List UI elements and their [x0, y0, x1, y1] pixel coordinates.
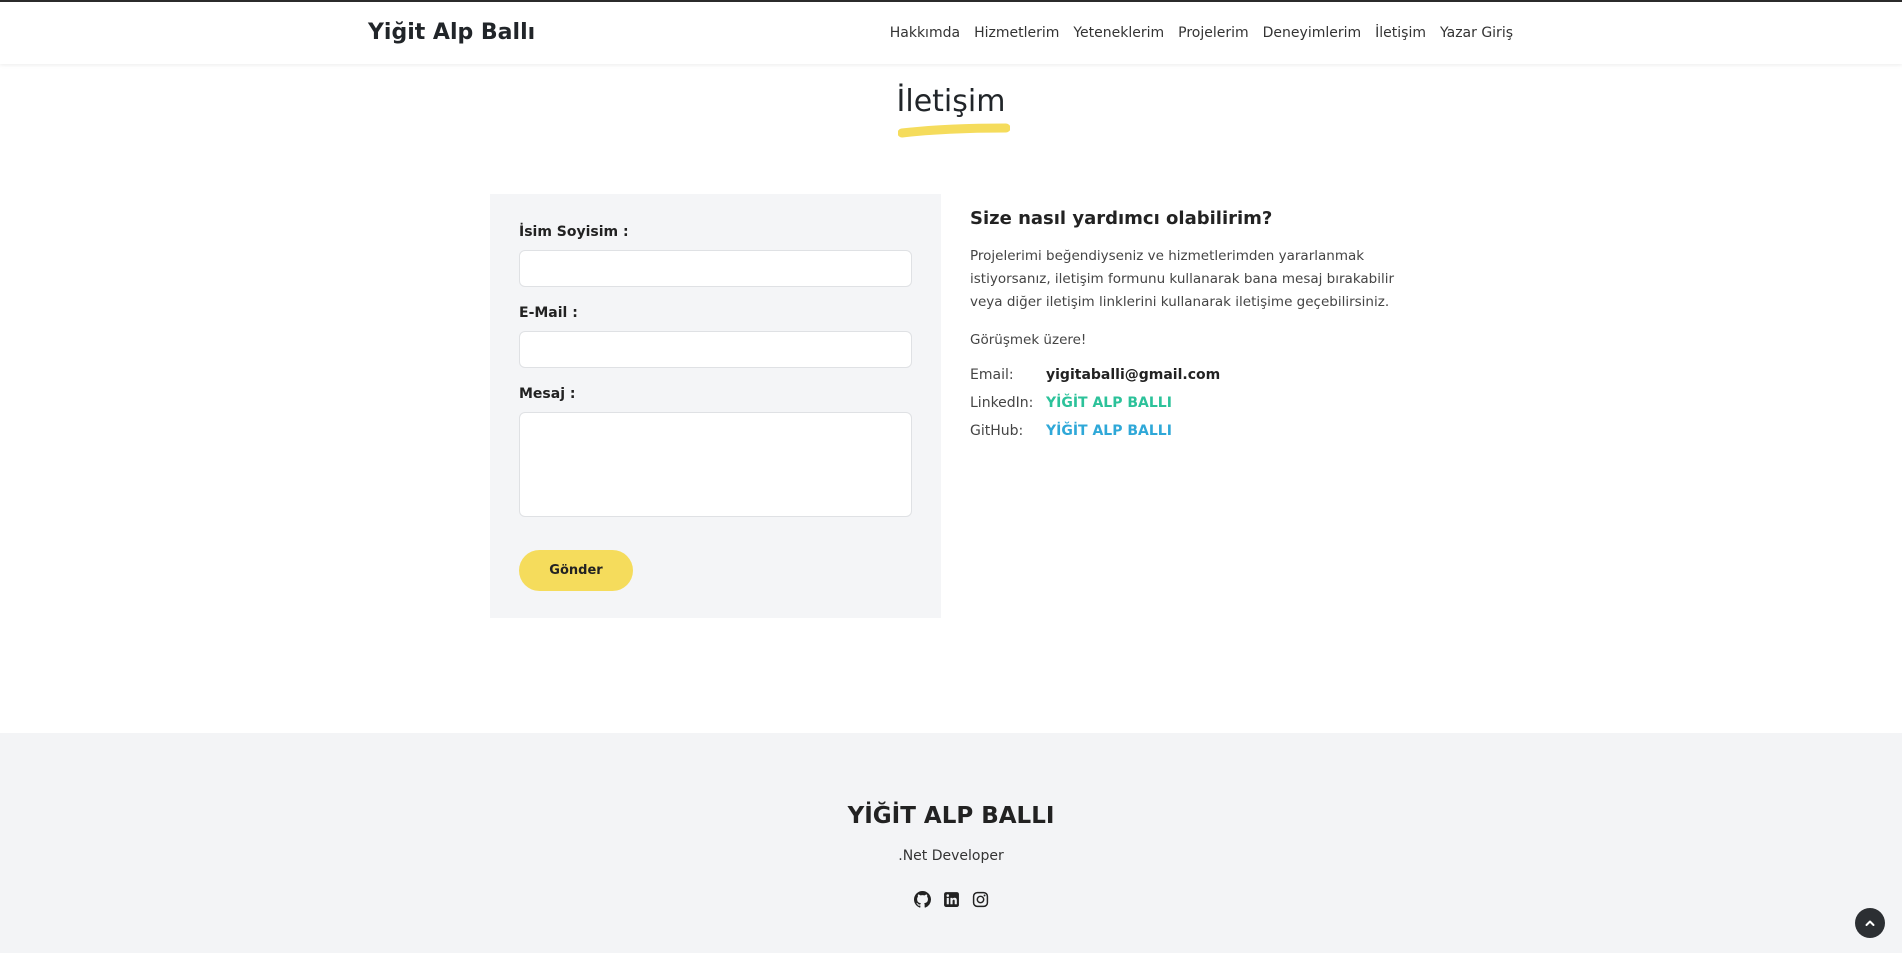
github-link[interactable]: YİĞİT ALP BALLI — [1046, 423, 1172, 439]
nav-deneyimlerim[interactable]: Deneyimlerim — [1263, 25, 1361, 41]
info-closing: Görüşmek üzere! — [970, 332, 1087, 348]
github-icon[interactable] — [913, 891, 931, 908]
message-label: Mesaj : — [519, 386, 576, 402]
title-underline-decoration — [898, 123, 1010, 138]
brand-logo[interactable]: Yiğit Alp Ballı — [368, 20, 535, 45]
contact-key-github: GitHub: — [970, 423, 1024, 439]
main-nav: Hakkımda Hizmetlerim Yeteneklerim Projel… — [890, 25, 1513, 41]
name-input[interactable] — [519, 250, 912, 287]
contact-row-github: GitHub: YİĞİT ALP BALLI — [970, 423, 1410, 439]
nav-projelerim[interactable]: Projelerim — [1178, 25, 1249, 41]
contact-row-email: Email: yigitaballi@gmail.com — [970, 367, 1410, 383]
info-heading: Size nasıl yardımcı olabilirim? — [970, 208, 1273, 229]
footer-name: YİĞİT ALP BALLI — [847, 803, 1055, 829]
email-label: E-Mail : — [519, 305, 578, 321]
contact-row-linkedin: LinkedIn: YİĞİT ALP BALLI — [970, 395, 1410, 411]
message-textarea[interactable] — [519, 412, 912, 517]
contact-email-value: yigitaballi@gmail.com — [1046, 367, 1221, 383]
contact-info: Size nasıl yardımcı olabilirim? Projeler… — [970, 208, 1410, 451]
info-paragraph: Projelerimi beğendiyseniz ve hizmetlerim… — [970, 248, 1395, 310]
contact-form: İsim Soyisim : E-Mail : Mesaj : Gönder — [490, 194, 941, 618]
email-input[interactable] — [519, 331, 912, 368]
name-label: İsim Soyisim : — [519, 224, 629, 240]
section-header: İletişim — [0, 84, 1902, 119]
chevron-up-icon — [1865, 920, 1875, 926]
footer: YİĞİT ALP BALLI .Net Developer — [0, 733, 1902, 953]
linkedin-link[interactable]: YİĞİT ALP BALLI — [1046, 395, 1172, 411]
nav-hizmetlerim[interactable]: Hizmetlerim — [974, 25, 1059, 41]
footer-social-icons — [0, 891, 1902, 908]
contact-key-email: Email: — [970, 367, 1014, 383]
page-title: İletişim — [896, 84, 1006, 119]
nav-hakkimda[interactable]: Hakkımda — [890, 25, 960, 41]
submit-button[interactable]: Gönder — [519, 550, 633, 591]
scroll-to-top-button[interactable] — [1855, 908, 1885, 938]
nav-iletisim[interactable]: İletişim — [1375, 25, 1426, 41]
linkedin-icon[interactable] — [943, 891, 960, 908]
top-navbar: Yiğit Alp Ballı Hakkımda Hizmetlerim Yet… — [0, 0, 1902, 64]
nav-yazar-giris[interactable]: Yazar Giriş — [1440, 25, 1513, 41]
nav-yeteneklerim[interactable]: Yeteneklerim — [1073, 25, 1164, 41]
footer-role: .Net Developer — [898, 848, 1004, 864]
contact-key-linkedin: LinkedIn: — [970, 395, 1034, 411]
instagram-icon[interactable] — [972, 891, 989, 908]
